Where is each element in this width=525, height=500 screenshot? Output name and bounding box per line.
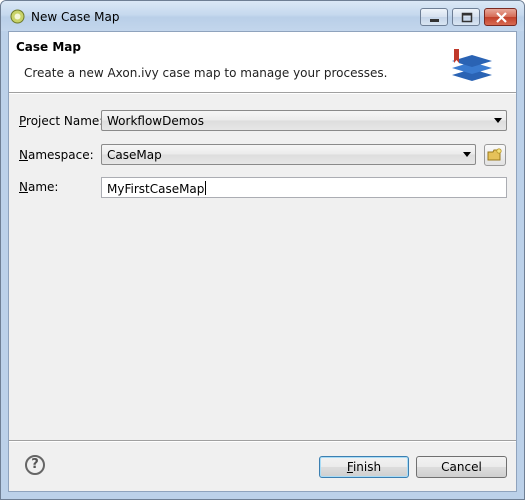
namespace-value: CaseMap	[107, 148, 162, 162]
namespace-label: Namespace:	[19, 148, 94, 162]
header-divider	[9, 92, 516, 94]
help-icon[interactable]: ?	[25, 455, 45, 475]
wizard-header: Case Map Create a new Axon.ivy case map …	[9, 32, 516, 92]
name-input[interactable]: MyFirstCaseMap	[101, 177, 507, 198]
name-label: Name:	[19, 180, 59, 194]
eclipse-wizard-icon	[10, 9, 25, 24]
case-map-logo-icon	[452, 49, 492, 81]
wizard-window: New Case Map Case Map Create a new Axon.…	[0, 0, 525, 500]
chevron-down-icon	[494, 118, 502, 123]
maximize-icon	[461, 12, 473, 23]
footer-divider	[9, 440, 516, 442]
page-title: Case Map	[16, 40, 81, 54]
close-icon	[496, 12, 507, 23]
wizard-body: Case Map Create a new Axon.ivy case map …	[8, 31, 517, 492]
close-button[interactable]	[484, 8, 517, 26]
project-name-label: Project Name:	[19, 114, 104, 128]
minimize-icon	[430, 19, 439, 22]
finish-button[interactable]: Finish	[319, 456, 409, 478]
namespace-select[interactable]: CaseMap	[101, 144, 476, 165]
text-caret	[205, 181, 207, 195]
namespace-browse-button[interactable]	[484, 144, 506, 166]
cancel-button[interactable]: Cancel	[416, 456, 507, 478]
project-name-select[interactable]: WorkflowDemos	[101, 110, 507, 131]
chevron-down-icon	[463, 152, 471, 157]
project-name-value: WorkflowDemos	[107, 114, 205, 128]
page-description: Create a new Axon.ivy case map to manage…	[24, 66, 388, 80]
title-bar[interactable]: New Case Map	[1, 1, 524, 31]
maximize-button[interactable]	[452, 8, 480, 26]
name-input-value: MyFirstCaseMap	[107, 181, 207, 196]
minimize-button[interactable]	[420, 8, 448, 26]
window-title: New Case Map	[31, 10, 120, 24]
new-folder-icon	[487, 148, 502, 161]
